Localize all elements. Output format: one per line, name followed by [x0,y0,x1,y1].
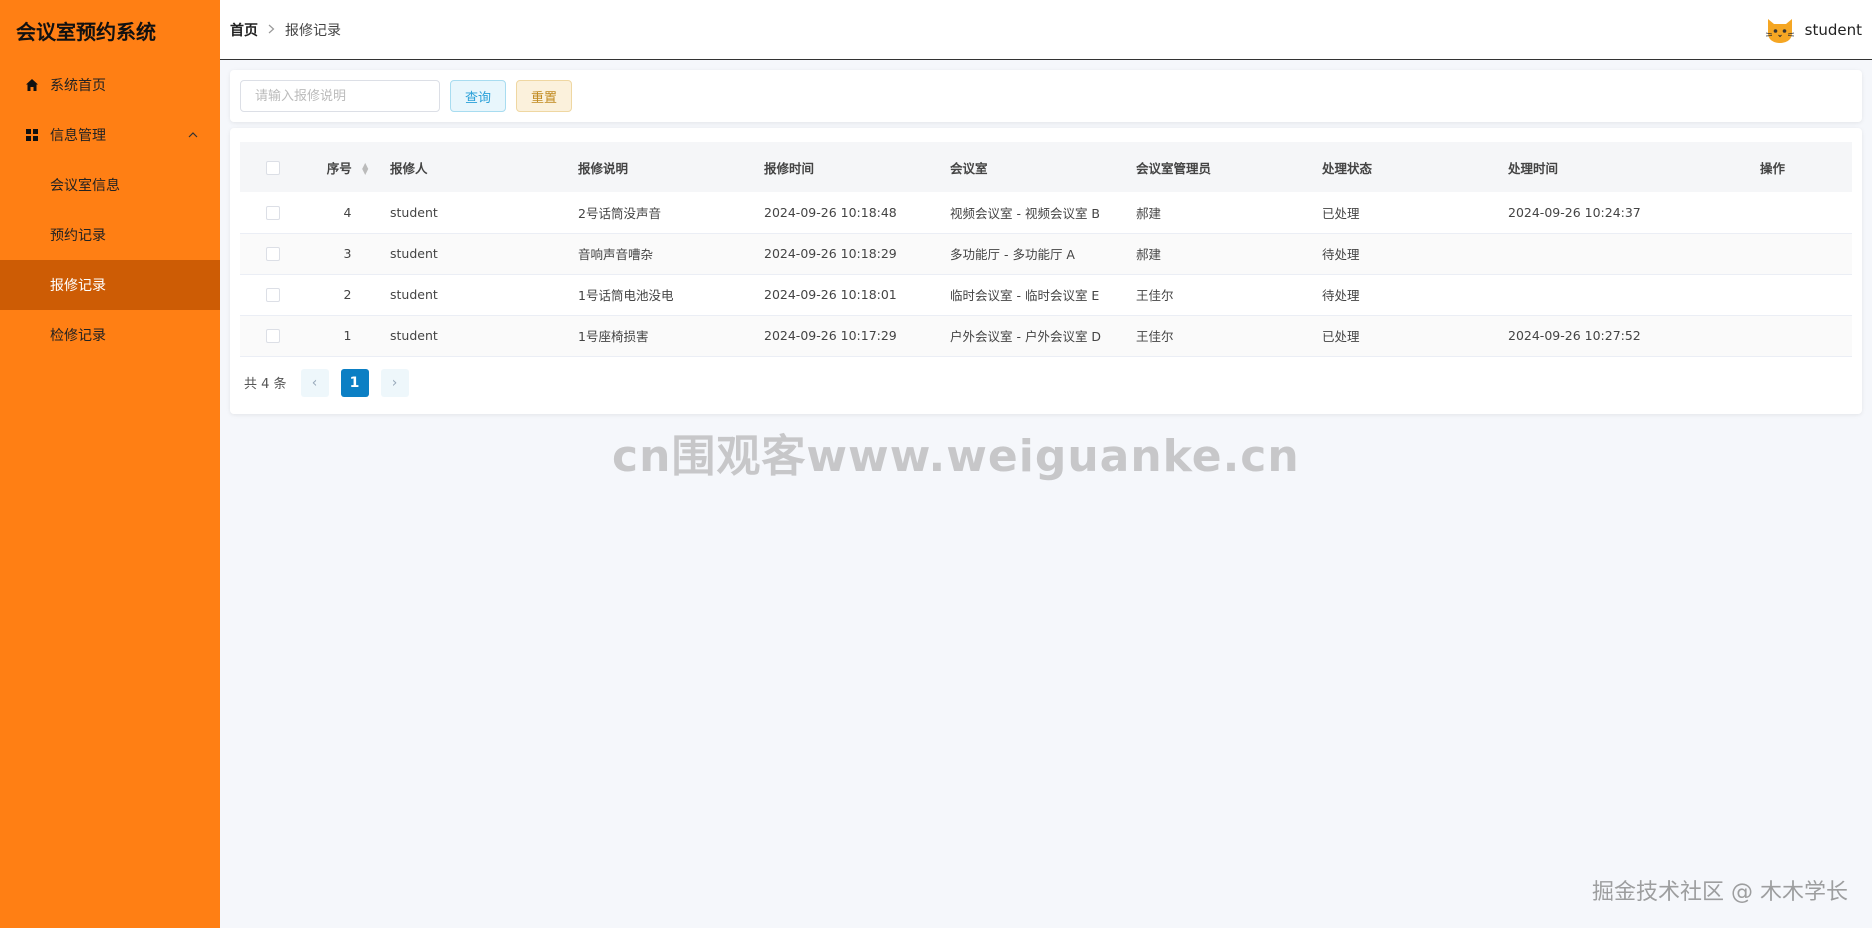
cell-room: 多功能厅 - 多功能厅 A [950,247,1075,262]
sidebar-item-room-info[interactable]: 会议室信息 [0,160,220,210]
cell-room-admin: 郝建 [1136,205,1162,221]
search-bar: 查询 重置 [230,70,1862,122]
select-all-checkbox[interactable] [265,160,280,175]
app-title: 会议室预约系统 [16,19,156,44]
breadcrumb: 首页 报修记录 [220,20,341,40]
cell-report-time: 2024-09-26 10:18:48 [764,204,897,220]
cell-room-admin: 郝建 [1136,247,1162,262]
chevron-up-icon [188,128,198,142]
cell-room: 户外会议室 - 户外会议室 D [950,329,1102,344]
cell-description: 1号座椅损害 [578,329,649,344]
sidebar-item-label: 系统首页 [50,78,106,94]
cell-room: 临时会议室 - 临时会议室 E [950,288,1100,303]
sidebar-item-maintenance-records[interactable]: 检修记录 [0,310,220,360]
chevron-right-icon [268,23,275,37]
header: 首页 报修记录 student [220,0,1872,60]
column-header-handled-time: 处理时间 [1508,160,1559,176]
cell-room-admin: 王佳尔 [1136,288,1174,303]
sidebar-item-label: 报修记录 [50,278,106,294]
breadcrumb-current: 报修记录 [285,22,341,39]
column-header-room: 会议室 [950,160,988,176]
row-checkbox[interactable] [265,206,280,220]
cell-status: 已处理 [1322,329,1360,344]
column-header-report-time: 报修时间 [764,160,815,176]
pagination: 共 4 条 ‹ 1 › [240,357,1852,409]
cell-actions [1760,315,1852,356]
table-row: 4 student 2号话筒没声音 2024-09-26 10:18:48 视频… [240,192,1852,233]
cell-report-time: 2024-09-26 10:18:01 [764,287,897,302]
cell-description: 音响声音嘈杂 [578,247,654,262]
cell-actions [1760,192,1852,233]
cell-handled-time [1508,274,1760,315]
page-number-button[interactable]: 1 [340,368,369,397]
column-header-description: 报修说明 [578,160,629,176]
repair-table-card: 序号 ▲ ▼ 报修人 报修说明 报修时间 会议室 会议室管理员 处理状态 处理时间… [230,128,1862,414]
cell-report-time: 2024-09-26 10:17:29 [764,328,897,343]
pagination-total: 共 4 条 [244,377,287,392]
row-checkbox[interactable] [265,288,280,303]
watermark: cn围观客www.weiguanke.cn [612,431,1300,482]
cell-reporter: student [390,204,438,220]
table-row: 3 student 音响声音嘈杂 2024-09-26 10:18:29 多功能… [240,233,1852,274]
sidebar-item-label: 检修记录 [50,328,106,344]
cell-room-admin: 王佳尔 [1136,329,1174,344]
cell-handled-time [1508,233,1760,274]
grid-icon [24,127,40,143]
cell-reporter: student [390,328,438,343]
cell-index: 3 [343,246,352,261]
search-input[interactable] [240,80,440,112]
query-button[interactable]: 查询 [450,80,507,112]
cell-report-time: 2024-09-26 10:18:29 [764,246,897,261]
cell-status: 待处理 [1322,288,1360,303]
cat-avatar-icon [1763,13,1797,47]
cell-index: 2 [343,287,352,302]
sidebar: 会议室预约系统 系统首页 信息管理 会议室信息 预约记录 报修记录 检修记录 [0,0,220,928]
sort-icon[interactable]: ▲ ▼ [362,162,368,176]
prev-page-button[interactable]: ‹ [300,368,329,397]
column-header-status: 处理状态 [1322,160,1373,176]
column-header-reporter: 报修人 [390,160,428,176]
column-header-index: 序号 [326,160,352,176]
row-checkbox[interactable] [265,329,280,344]
sidebar-item-reservations[interactable]: 预约记录 [0,210,220,260]
cell-reporter: student [390,287,438,302]
cell-index: 4 [343,204,352,220]
row-checkbox[interactable] [265,247,280,262]
sidebar-item-repair-records[interactable]: 报修记录 [0,260,220,310]
username: student [1804,20,1862,39]
home-icon [24,77,40,93]
cell-index: 1 [343,328,352,343]
cell-handled-time: 2024-09-26 10:24:37 [1508,204,1641,220]
cell-description: 2号话筒没声音 [578,205,661,221]
table-row: 1 student 1号座椅损害 2024-09-26 10:17:29 户外会… [240,315,1852,356]
column-header-actions: 操作 [1760,160,1786,176]
column-header-room-admin: 会议室管理员 [1136,160,1212,176]
reset-button[interactable]: 重置 [516,80,573,112]
cell-status: 待处理 [1322,247,1360,262]
breadcrumb-home[interactable]: 首页 [230,20,258,40]
sidebar-item-info-management[interactable]: 信息管理 [0,110,220,160]
footer-watermark: 掘金技术社区 @ 木木学长 [1592,880,1848,905]
sidebar-item-label: 信息管理 [50,128,106,144]
cell-status: 已处理 [1322,205,1360,221]
cell-handled-time: 2024-09-26 10:27:52 [1508,328,1641,343]
user-menu[interactable]: student [1763,13,1862,47]
table-header-row: 序号 ▲ ▼ 报修人 报修说明 报修时间 会议室 会议室管理员 处理状态 处理时间… [240,142,1852,192]
sidebar-item-label: 会议室信息 [50,178,120,194]
cell-room: 视频会议室 - 视频会议室 B [950,205,1101,221]
repair-table: 序号 ▲ ▼ 报修人 报修说明 报修时间 会议室 会议室管理员 处理状态 处理时间… [240,142,1852,357]
next-page-button[interactable]: › [380,368,409,397]
sidebar-item-home[interactable]: 系统首页 [0,60,220,110]
cell-description: 1号话筒电池没电 [578,288,674,303]
sidebar-item-label: 预约记录 [50,228,106,244]
cell-actions [1760,274,1852,315]
cell-reporter: student [390,246,438,261]
cell-actions [1760,233,1852,274]
table-row: 2 student 1号话筒电池没电 2024-09-26 10:18:01 临… [240,274,1852,315]
